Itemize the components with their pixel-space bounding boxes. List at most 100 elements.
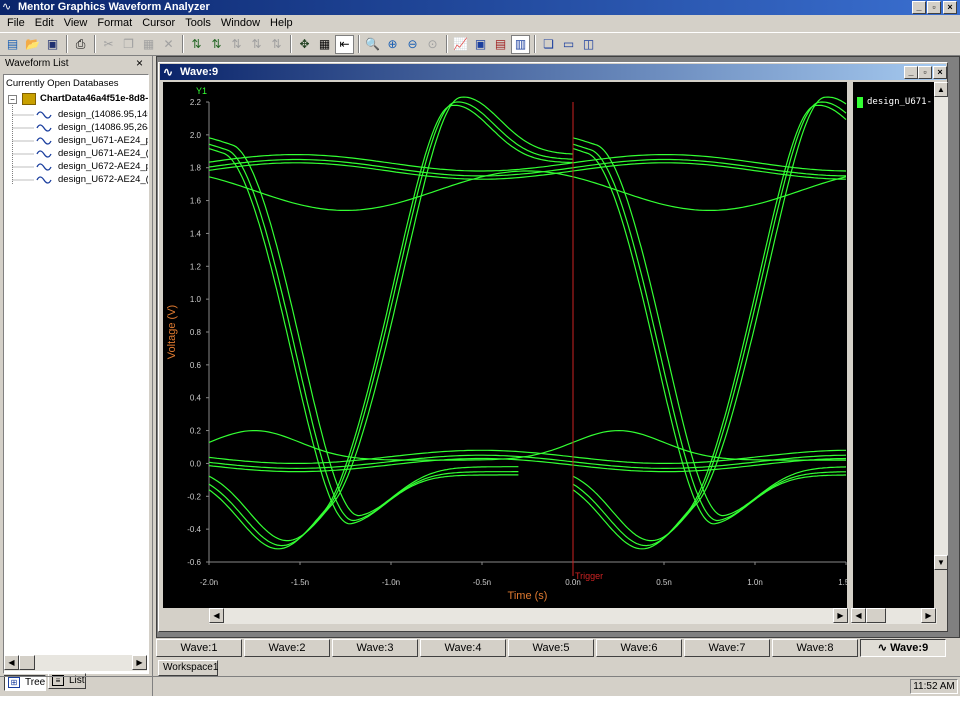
cursor-move-icon[interactable]: ✥ bbox=[295, 35, 314, 54]
tab-wave-9[interactable]: ∿ Wave:9 bbox=[860, 639, 946, 657]
scroll-up-icon[interactable]: ▲ bbox=[934, 82, 948, 97]
waveform-list-item[interactable]: design_U672-AE24_(c bbox=[58, 174, 148, 186]
table-icon[interactable]: ▤ bbox=[491, 35, 510, 54]
wave-restore-button[interactable]: ▫ bbox=[918, 66, 932, 79]
print-icon[interactable]: ⎙ bbox=[71, 35, 90, 54]
tab-wave-1[interactable]: Wave:1 bbox=[156, 639, 242, 657]
menu-tools[interactable]: Tools bbox=[180, 16, 216, 31]
zoom-icon[interactable]: 🔍 bbox=[363, 35, 382, 54]
sine-wave-icon: ∿ bbox=[2, 1, 12, 13]
workspace-tab[interactable]: Workspace1 bbox=[158, 660, 218, 676]
scroll-left-icon[interactable]: ◀ bbox=[209, 608, 224, 623]
tab-label: Wave:5 bbox=[532, 642, 570, 654]
close-button[interactable]: × bbox=[943, 1, 957, 14]
tab-wave-5[interactable]: Wave:5 bbox=[508, 639, 594, 657]
move-wave-icon[interactable]: ⇅ bbox=[227, 35, 246, 54]
scroll-thumb[interactable] bbox=[19, 655, 35, 670]
bar-chart-icon[interactable]: ▥ bbox=[511, 34, 530, 54]
menu-window[interactable]: Window bbox=[216, 16, 265, 31]
open-folder-icon[interactable]: 📂 bbox=[23, 35, 42, 54]
scroll-left-icon[interactable]: ◀ bbox=[4, 655, 19, 670]
y-tick-label: 1.4 bbox=[190, 229, 202, 238]
menu-cursor[interactable]: Cursor bbox=[137, 16, 180, 31]
cascade-icon[interactable]: ❏ bbox=[539, 35, 558, 54]
x-tick-label: 1.5n bbox=[838, 578, 847, 587]
tree-horizontal-scrollbar[interactable]: ◀ ▶ bbox=[4, 655, 147, 671]
zoom-in-icon[interactable]: ⊕ bbox=[383, 35, 402, 54]
y-tick-label: -0.2 bbox=[187, 492, 201, 501]
tab-label: Wave:9 bbox=[890, 642, 929, 654]
collapse-icon[interactable]: − bbox=[8, 95, 17, 104]
tab-label: Wave:4 bbox=[444, 642, 482, 654]
y-tick-label: -0.6 bbox=[187, 558, 201, 567]
zoom-out-icon[interactable]: ⊖ bbox=[403, 35, 422, 54]
scroll-thumb[interactable] bbox=[866, 608, 886, 623]
waveform-list-item[interactable]: design_U671-AE24_p bbox=[58, 135, 148, 147]
fit-width-icon[interactable]: ⇤ bbox=[335, 34, 354, 54]
database-tree[interactable]: Currently Open Databases − ChartData46a4… bbox=[3, 74, 149, 674]
toolbar-separator bbox=[94, 35, 96, 53]
waveform-icon bbox=[36, 136, 52, 146]
remove-wave-icon[interactable]: ⇅ bbox=[267, 35, 286, 54]
menu-format[interactable]: Format bbox=[92, 16, 137, 31]
menu-file[interactable]: File bbox=[2, 16, 30, 31]
scroll-down-icon[interactable]: ▼ bbox=[934, 555, 948, 570]
scroll-right-icon[interactable]: ▶ bbox=[132, 655, 147, 670]
waveform-list-item[interactable]: design_U672-AE24_p bbox=[58, 161, 148, 173]
wave-window-title-bar: Wave:9 bbox=[160, 64, 946, 80]
vertical-scrollbar[interactable]: ▲ ▼ bbox=[934, 82, 948, 570]
close-icon[interactable]: × bbox=[136, 56, 143, 70]
database-node[interactable]: ChartData46a4f51e-8d8- bbox=[40, 93, 148, 105]
waveform-plot[interactable]: -0.6 -0.4 -0.2 0.0 0.2 0.4 0.6 0.8 1.0 1.2 1.4 1.6 1… bbox=[163, 82, 854, 608]
scroll-left-icon[interactable]: ◀ bbox=[851, 608, 866, 623]
restore-button[interactable]: ▫ bbox=[927, 1, 941, 14]
y-tick-label: -0.4 bbox=[187, 525, 201, 534]
waveform-list-item[interactable]: design_(14086.95,145 bbox=[58, 109, 148, 121]
move-wave-alt-icon[interactable]: ⇅ bbox=[247, 35, 266, 54]
cut-icon[interactable]: ✂ bbox=[99, 35, 118, 54]
add-wave-icon[interactable]: ⇅ bbox=[187, 35, 206, 54]
waveform-icon bbox=[36, 175, 52, 185]
waveform-list-item[interactable]: design_(14086.95,264 bbox=[58, 122, 148, 134]
waveform-list-item[interactable]: design_U671-AE24_(c bbox=[58, 148, 148, 160]
waveform-trace bbox=[572, 143, 846, 522]
scroll-right-icon[interactable]: ▶ bbox=[833, 608, 848, 623]
chart-icon[interactable]: 📈 bbox=[451, 35, 470, 54]
add-wave-alt-icon[interactable]: ⇅ bbox=[207, 35, 226, 54]
toolbar-separator bbox=[290, 35, 292, 53]
grid-icon[interactable]: ▦ bbox=[315, 35, 334, 54]
plot-canvas[interactable]: -0.6 -0.4 -0.2 0.0 0.2 0.4 0.6 0.8 1.0 1.2 1.4 1.6 1… bbox=[163, 82, 854, 608]
menu-view[interactable]: View bbox=[59, 16, 93, 31]
panel-title: Waveform List bbox=[5, 58, 69, 69]
save-icon[interactable]: ▣ bbox=[43, 35, 62, 54]
tab-wave-6[interactable]: Wave:6 bbox=[596, 639, 682, 657]
tab-wave-7[interactable]: Wave:7 bbox=[684, 639, 770, 657]
wave-minimize-button[interactable]: _ bbox=[904, 66, 918, 79]
menu-help[interactable]: Help bbox=[265, 16, 298, 31]
legend-horizontal-scrollbar[interactable]: ◀ ▶ bbox=[851, 608, 937, 624]
tile-vertical-icon[interactable]: ◫ bbox=[579, 35, 598, 54]
legend-entry[interactable]: design_U671- bbox=[867, 97, 932, 108]
toolbar-separator bbox=[446, 35, 448, 53]
delete-icon[interactable]: ✕ bbox=[159, 35, 178, 54]
tab-wave-2[interactable]: Wave:2 bbox=[244, 639, 330, 657]
toolbar: ▤ 📂 ▣ ⎙ ✂ ❐ ▦ ✕ ⇅ ⇅ ⇅ ⇅ ⇅ ✥ ▦ ⇤ 🔍 ⊕ ⊖ ⊙ … bbox=[0, 32, 960, 56]
scroll-right-icon[interactable]: ▶ bbox=[921, 608, 936, 623]
tab-wave-8[interactable]: Wave:8 bbox=[772, 639, 858, 657]
tile-horizontal-icon[interactable]: ▭ bbox=[559, 35, 578, 54]
tab-label: Wave:7 bbox=[708, 642, 746, 654]
tab-wave-4[interactable]: Wave:4 bbox=[420, 639, 506, 657]
paste-icon[interactable]: ▦ bbox=[139, 35, 158, 54]
legend-pane: design_U671- bbox=[851, 82, 934, 608]
horizontal-scrollbar[interactable]: ◀ ▶ bbox=[209, 608, 849, 624]
x-tick-label: 1.0n bbox=[747, 578, 763, 587]
new-database-icon[interactable]: ▤ bbox=[3, 35, 22, 54]
y-axis-label: Voltage (V) bbox=[166, 305, 178, 359]
minimize-button[interactable]: _ bbox=[912, 1, 926, 14]
tab-wave-3[interactable]: Wave:3 bbox=[332, 639, 418, 657]
copy-icon[interactable]: ❐ bbox=[119, 35, 138, 54]
wave-close-button[interactable]: × bbox=[933, 66, 947, 79]
zoom-full-icon[interactable]: ⊙ bbox=[423, 35, 442, 54]
frame-icon[interactable]: ▣ bbox=[471, 35, 490, 54]
menu-edit[interactable]: Edit bbox=[30, 16, 59, 31]
